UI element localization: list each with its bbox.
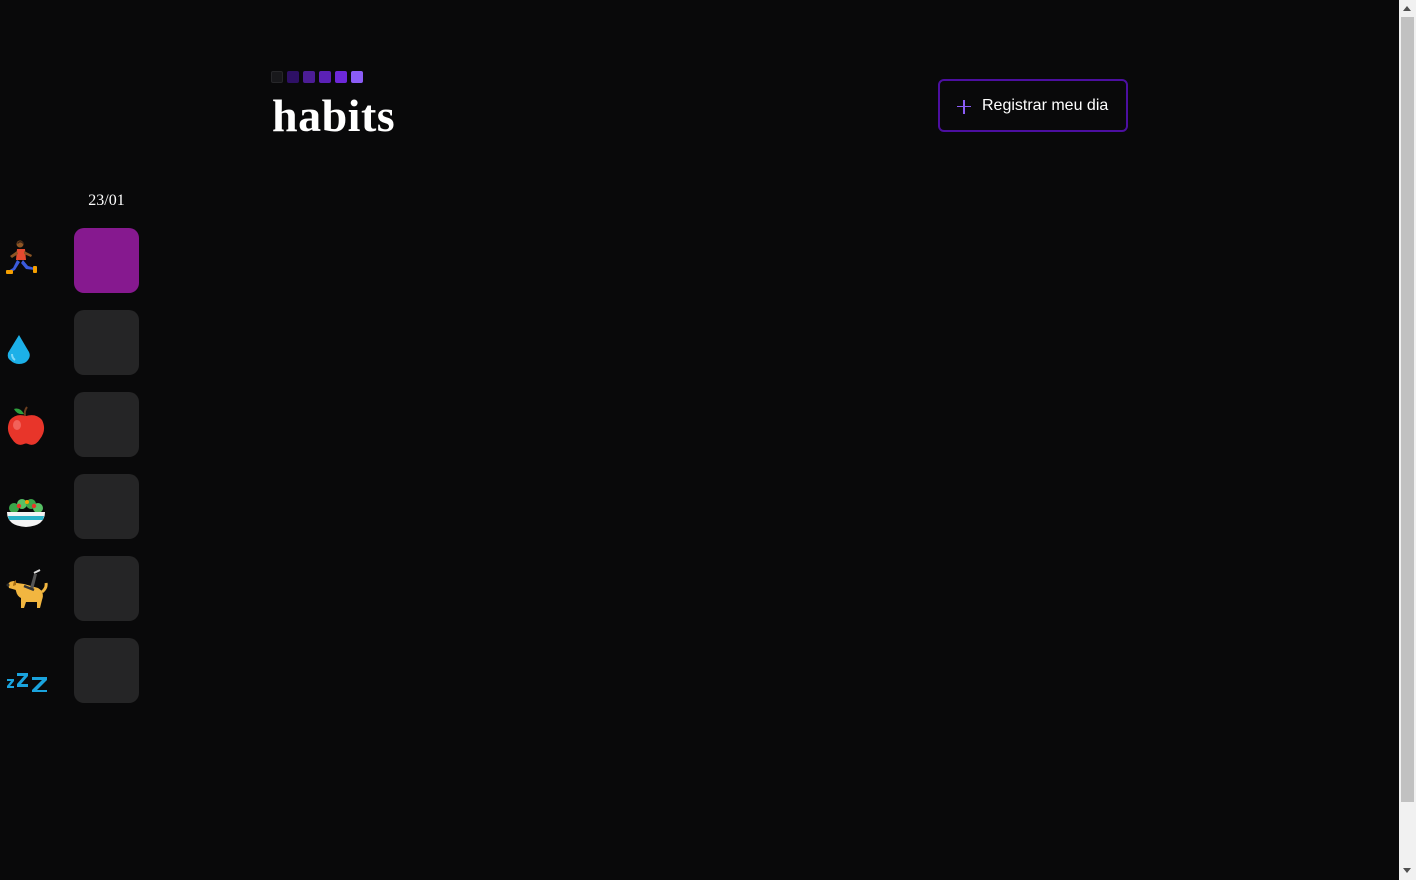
scroll-down-icon[interactable] [1403,868,1411,873]
vertical-scrollbar[interactable] [1399,0,1416,880]
habit-day-cell[interactable] [74,228,139,293]
habit-row [0,556,150,621]
scrollbar-thumb[interactable] [1401,17,1414,802]
habit-day-cell[interactable] [74,392,139,457]
salad-icon [4,486,48,528]
date-header: 23/01 [88,192,125,209]
app-title: habits [272,90,396,141]
habit-day-cell[interactable] [74,556,139,621]
habit-row [0,310,150,375]
logo-square [319,71,331,83]
apple-icon [4,404,48,446]
logo-square [351,71,363,83]
habit-day-cell[interactable] [74,474,139,539]
register-day-button[interactable]: Registrar meu dia [938,79,1128,132]
logo-square [271,71,283,83]
habit-row [0,392,150,457]
logo-square [303,71,315,83]
scroll-up-icon[interactable] [1403,6,1411,11]
plus-icon [956,99,972,115]
habit-day-cell[interactable] [74,310,139,375]
register-day-label: Registrar meu dia [982,96,1109,114]
water-drop-icon [4,322,48,364]
logo-squares [271,71,363,84]
habit-row [0,638,150,703]
guide-dog-icon [4,568,48,610]
logo: habits [271,71,395,141]
habit-day-cell[interactable] [74,638,139,703]
sleep-zzz-icon [4,650,48,693]
habit-row [0,228,150,293]
logo-square [287,71,299,83]
logo-square [335,71,347,83]
app-page: habits Registrar meu dia 23/01 [0,0,1399,880]
habit-row [0,474,150,539]
runner-icon [4,240,48,282]
